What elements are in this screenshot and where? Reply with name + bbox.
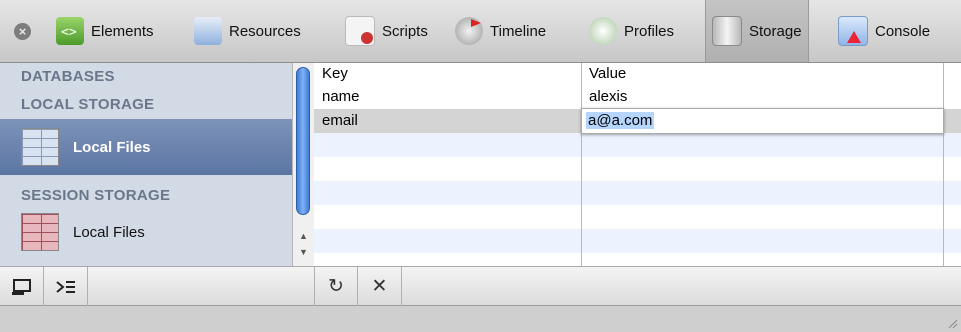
delete-button[interactable]: ✕ [358,267,402,306]
database-icon [21,128,59,166]
editing-value: a@a.com [586,112,655,129]
tab-scripts[interactable]: Scripts [345,8,428,54]
resize-grip-icon[interactable] [946,317,958,329]
resources-icon [194,17,222,45]
tab-timeline[interactable]: Timeline [455,8,546,54]
column-header-key[interactable]: Key [322,65,348,82]
refresh-icon: ↻ [328,276,344,297]
tab-label: Console [875,22,931,40]
sidebar-item-label: Local Files [73,138,151,156]
local-storage-heading[interactable]: LOCAL STORAGE [21,96,154,113]
console-icon [838,16,868,46]
databases-heading[interactable]: DATABASES [21,68,115,85]
column-header-value[interactable]: Value [589,65,626,82]
empty-row [314,181,961,205]
scripts-icon [345,16,375,46]
tab-resources[interactable]: Resources [194,8,301,54]
tab-console[interactable]: Console [838,8,930,54]
key-cell: name [322,88,360,105]
session-storage-heading[interactable]: SESSION STORAGE [21,187,170,204]
sidebar-item-session-local-files[interactable]: Local Files [21,213,145,251]
database-icon [21,213,59,251]
timeline-icon [455,17,483,45]
key-cell: email [322,112,358,129]
profiles-icon [589,17,617,45]
status-bar: ↻ ✕ [0,266,961,306]
table-row[interactable]: name alexis [314,85,961,109]
console-prompt-icon [55,280,75,293]
empty-row [314,229,961,253]
tab-elements[interactable]: <> Elements [56,8,154,54]
window-bottom-bar [0,306,961,332]
column-divider [943,63,944,266]
tab-label: Profiles [624,22,675,40]
grid-header: Key Value [314,63,961,86]
refresh-button[interactable]: ↻ [314,267,358,306]
sidebar-item-label: Local Files [73,223,145,241]
tab-profiles[interactable]: Profiles [589,8,674,54]
close-icon[interactable]: × [14,23,31,40]
tab-label: Elements [91,22,154,40]
console-toggle-button[interactable] [44,267,88,306]
svg-text:<>: <> [61,25,77,40]
tab-label: Scripts [382,22,428,40]
tab-label: Resources [229,22,301,40]
tab-label: Storage [749,22,802,40]
value-edit-field[interactable]: a@a.com [581,108,944,134]
tab-storage[interactable]: Storage [705,0,809,62]
sidebar-item-local-files[interactable]: Local Files [21,128,151,166]
scroll-down-icon[interactable]: ▼ [299,247,308,257]
dock-icon [11,278,31,295]
storage-data-grid: Key Value name alexis email a@a.com [314,63,961,266]
dock-toggle-button[interactable] [0,267,44,306]
scroll-up-icon[interactable]: ▲ [299,231,308,241]
empty-row [314,133,961,157]
delete-icon: ✕ [371,276,388,297]
storage-icon [712,16,742,46]
column-divider [581,63,582,266]
scrollbar-thumb[interactable] [296,67,310,215]
tab-label: Timeline [490,22,547,40]
value-cell: alexis [589,88,628,105]
toolbar: × <> Elements Resources Scripts Timeline… [0,0,961,63]
elements-icon: <> [56,17,84,45]
storage-sidebar: DATABASES LOCAL STORAGE Local Files SESS… [0,63,292,266]
sidebar-scrollbar[interactable]: ▲ ▼ [292,63,314,266]
